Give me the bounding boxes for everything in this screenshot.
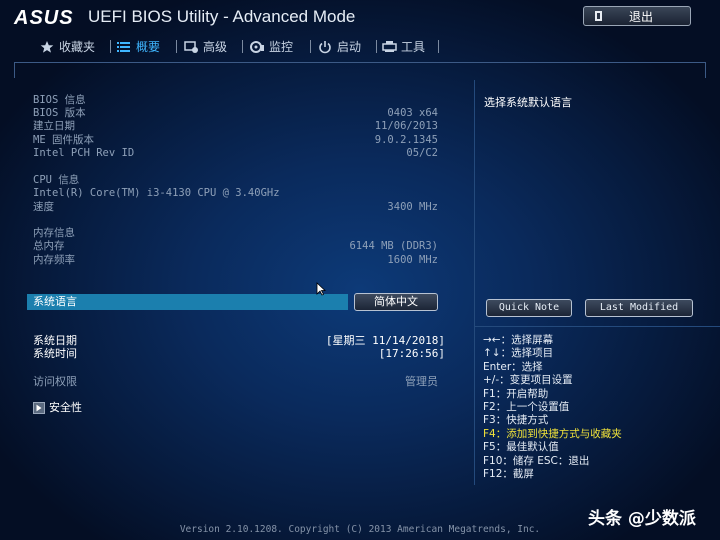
access-level-value: 管理员	[405, 375, 438, 388]
bios-version-row: BIOS 版本 0403 x64	[33, 107, 438, 119]
system-time-value[interactable]: [17:26:56]	[379, 347, 445, 361]
exit-label: 退出	[628, 10, 653, 24]
access-level-label: 访问权限	[33, 375, 77, 388]
panel-divider	[474, 80, 475, 485]
hotkey-item: +/-：变更项目设置	[483, 374, 573, 387]
system-language-row[interactable]: 系统语言	[27, 294, 348, 310]
hotkey-item: ↑↓：选择项目	[483, 347, 554, 360]
cpu-model-row: Intel(R) Core(TM) i3-4130 CPU @ 3.40GHz	[33, 187, 280, 199]
quick-note-button[interactable]: Quick Note	[486, 299, 572, 317]
hotkey-item: F1：开启帮助	[483, 387, 549, 400]
security-label: 安全性	[49, 401, 82, 414]
memory-frequency-row: 内存频率 1600 MHz	[33, 254, 438, 266]
menu-separator	[438, 40, 439, 53]
total-memory-row: 总内存 6144 MB (DDR3)	[33, 240, 438, 252]
system-date-label: 系统日期	[33, 334, 77, 347]
menu-separator	[242, 40, 243, 53]
power-icon	[319, 41, 331, 54]
app-title: UEFI BIOS Utility - Advanced Mode	[88, 7, 356, 26]
hotkey-item: →←：选择屏幕	[483, 334, 554, 346]
menu-bar: 收藏夹 概要 高级 监控 启动 工具	[24, 37, 444, 57]
system-time-row[interactable]: 系统时间 [17:26:56]	[33, 347, 445, 361]
menu-separator	[310, 40, 311, 53]
frame-line	[14, 62, 15, 78]
tool-icon	[382, 41, 397, 52]
hotkey-item: F2：上一个设置值	[483, 400, 570, 413]
system-language-label: 系统语言	[33, 295, 77, 308]
hotkey-item: Enter：选择	[483, 360, 543, 373]
hotkey-item: F10：储存 ESC：退出	[483, 454, 590, 467]
mouse-cursor-icon	[316, 282, 326, 296]
hotkey-list: →←：选择屏幕 ↑↓：选择项目 Enter：选择 +/-：变更项目设置 F1：开…	[483, 334, 713, 481]
me-firmware-row: ME 固件版本 9.0.2.1345	[33, 134, 438, 146]
system-date-row[interactable]: 系统日期 [星期三 11/14/2018]	[33, 334, 445, 348]
hotkey-item-highlighted: F4：添加到快捷方式与收藏夹	[483, 427, 622, 440]
list-icon	[117, 42, 130, 52]
build-date-row: 建立日期 11/06/2013	[33, 120, 438, 132]
bios-info-heading: BIOS 信息	[33, 94, 86, 106]
help-divider	[474, 326, 720, 327]
pch-rev-row: Intel PCH Rev ID 05/C2	[33, 147, 438, 159]
monitor-icon	[250, 41, 264, 53]
system-date-value[interactable]: [星期三 11/14/2018]	[326, 334, 445, 348]
submenu-arrow-icon	[33, 402, 45, 414]
star-icon	[40, 41, 54, 53]
hotkey-item: F12：截屏	[483, 467, 534, 480]
advanced-icon	[184, 41, 198, 53]
asus-logo: ASUS	[14, 7, 74, 29]
menu-separator	[176, 40, 177, 53]
frame-line	[14, 62, 706, 63]
title-bar: ASUS UEFI BIOS Utility - Advanced Mode 退…	[0, 0, 720, 34]
hotkey-item: F5：最佳默认值	[483, 441, 559, 454]
help-description: 选择系统默认语言	[484, 96, 572, 109]
hotkey-item: F3：快捷方式	[483, 414, 549, 427]
cpu-speed-row: 速度 3400 MHz	[33, 201, 438, 213]
menu-separator	[110, 40, 111, 53]
menu-separator	[376, 40, 377, 53]
system-time-label: 系统时间	[33, 347, 77, 360]
exit-button[interactable]: 退出	[583, 6, 691, 26]
access-level-row: 访问权限 管理员	[33, 375, 438, 388]
last-modified-button[interactable]: Last Modified	[585, 299, 693, 317]
frame-line	[705, 62, 706, 78]
watermark: 头条 @少数派	[588, 509, 696, 529]
language-select-button[interactable]: 简体中文	[354, 293, 438, 311]
memory-info-heading: 内存信息	[33, 227, 75, 239]
cpu-info-heading: CPU 信息	[33, 174, 80, 186]
